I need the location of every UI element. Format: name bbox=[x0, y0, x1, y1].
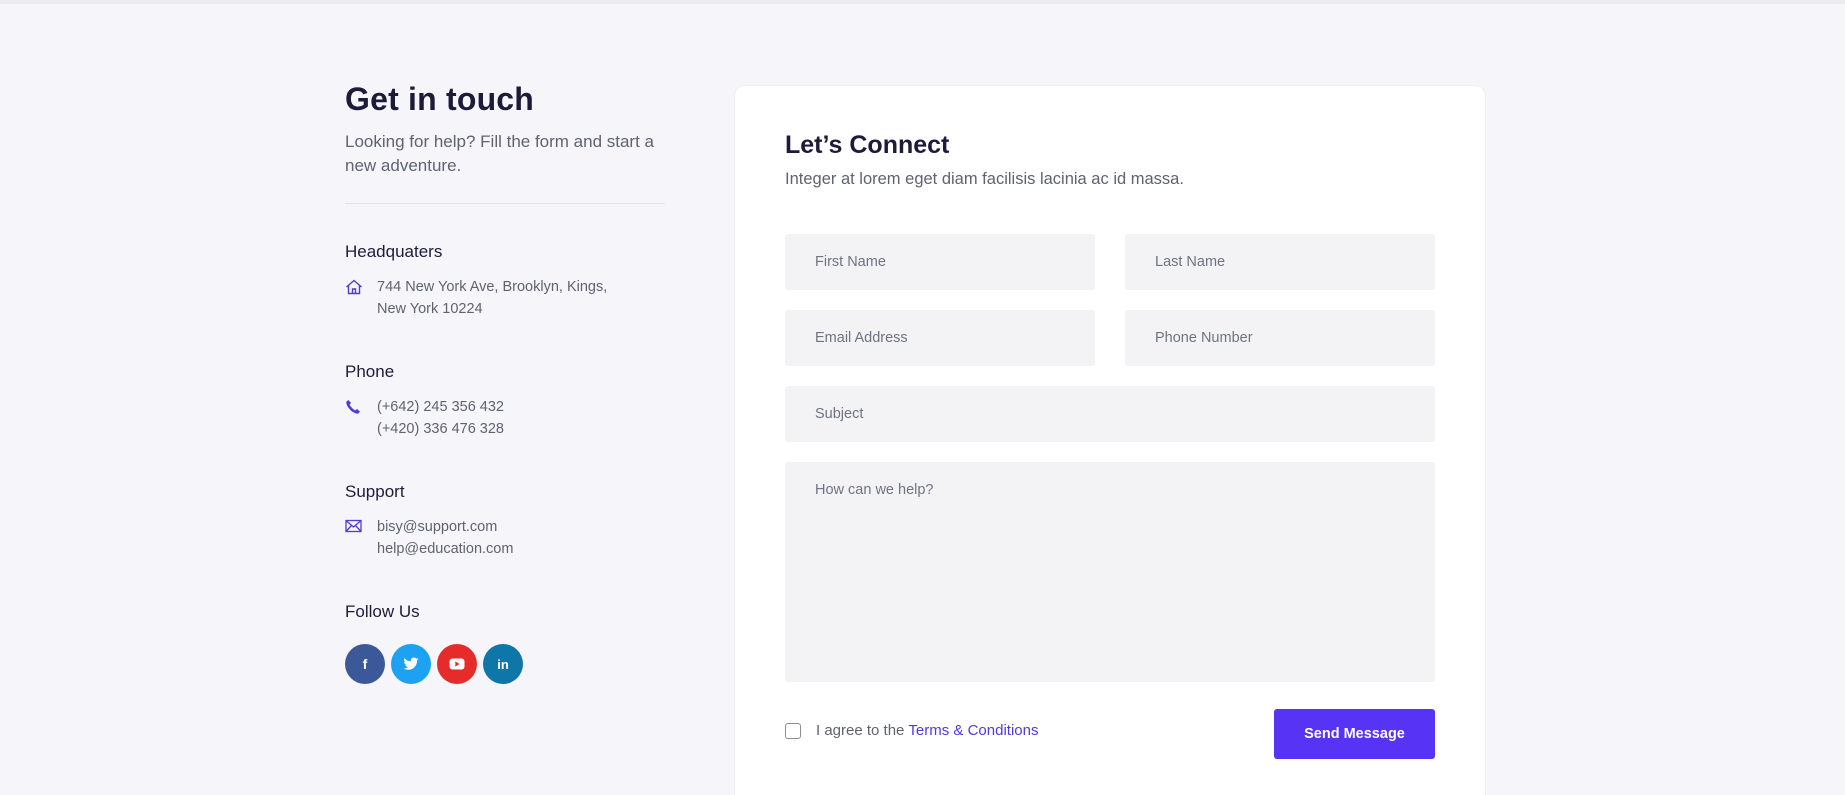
twitter-icon[interactable] bbox=[391, 644, 431, 684]
email-input[interactable] bbox=[785, 310, 1095, 366]
phone-icon bbox=[345, 396, 377, 440]
top-bar bbox=[0, 0, 1845, 4]
phone-heading: Phone bbox=[345, 362, 395, 381]
terms-link[interactable]: Terms & Conditions bbox=[908, 722, 1038, 739]
page-title: Get in touch bbox=[345, 81, 535, 117]
support-line2[interactable]: help@education.com bbox=[377, 538, 513, 560]
support-heading: Support bbox=[345, 482, 405, 501]
headquarters-block: Headquaters 744 New York Ave, Brooklyn, … bbox=[345, 242, 665, 320]
support-block: Support bisy@support.com help@education.… bbox=[345, 482, 665, 560]
terms-agreement: I agree to the Terms & Conditions bbox=[785, 722, 1038, 739]
headquarters-line2: New York 10224 bbox=[377, 301, 483, 317]
subject-input[interactable] bbox=[785, 386, 1435, 442]
phone-input[interactable] bbox=[1125, 310, 1435, 366]
headquarters-heading: Headquaters bbox=[345, 242, 443, 261]
social-links: f in bbox=[345, 644, 665, 684]
first-name-input[interactable] bbox=[785, 234, 1095, 290]
facebook-icon[interactable]: f bbox=[345, 644, 385, 684]
agree-text: I agree to the bbox=[816, 722, 905, 739]
contact-info: Get in touch Looking for help? Fill the … bbox=[345, 80, 665, 684]
phone-line1: (+642) 245 356 432 bbox=[377, 399, 504, 415]
contact-form-card: Let’s Connect Integer at lorem eget diam… bbox=[735, 86, 1485, 795]
phone-line2: (+420) 336 476 328 bbox=[377, 421, 504, 437]
follow-block: Follow Us f in bbox=[345, 602, 665, 684]
last-name-input[interactable] bbox=[1125, 234, 1435, 290]
support-line1[interactable]: bisy@support.com bbox=[377, 516, 513, 538]
linkedin-icon[interactable]: in bbox=[483, 644, 523, 684]
follow-heading: Follow Us bbox=[345, 602, 420, 621]
phone-block: Phone (+642) 245 356 432 (+420) 336 476 … bbox=[345, 362, 665, 440]
message-textarea[interactable] bbox=[785, 462, 1435, 682]
page-lead: Looking for help? Fill the form and star… bbox=[345, 132, 654, 175]
form-subtitle: Integer at lorem eget diam facilisis lac… bbox=[785, 170, 1184, 188]
send-message-button[interactable]: Send Message bbox=[1274, 709, 1435, 759]
form-title: Let’s Connect bbox=[785, 131, 950, 159]
headquarters-line1: 744 New York Ave, Brooklyn, Kings, bbox=[377, 279, 608, 295]
home-icon bbox=[345, 276, 377, 320]
divider bbox=[345, 203, 665, 204]
terms-checkbox[interactable] bbox=[785, 722, 801, 739]
youtube-icon[interactable] bbox=[437, 644, 477, 684]
mail-icon bbox=[345, 516, 377, 560]
